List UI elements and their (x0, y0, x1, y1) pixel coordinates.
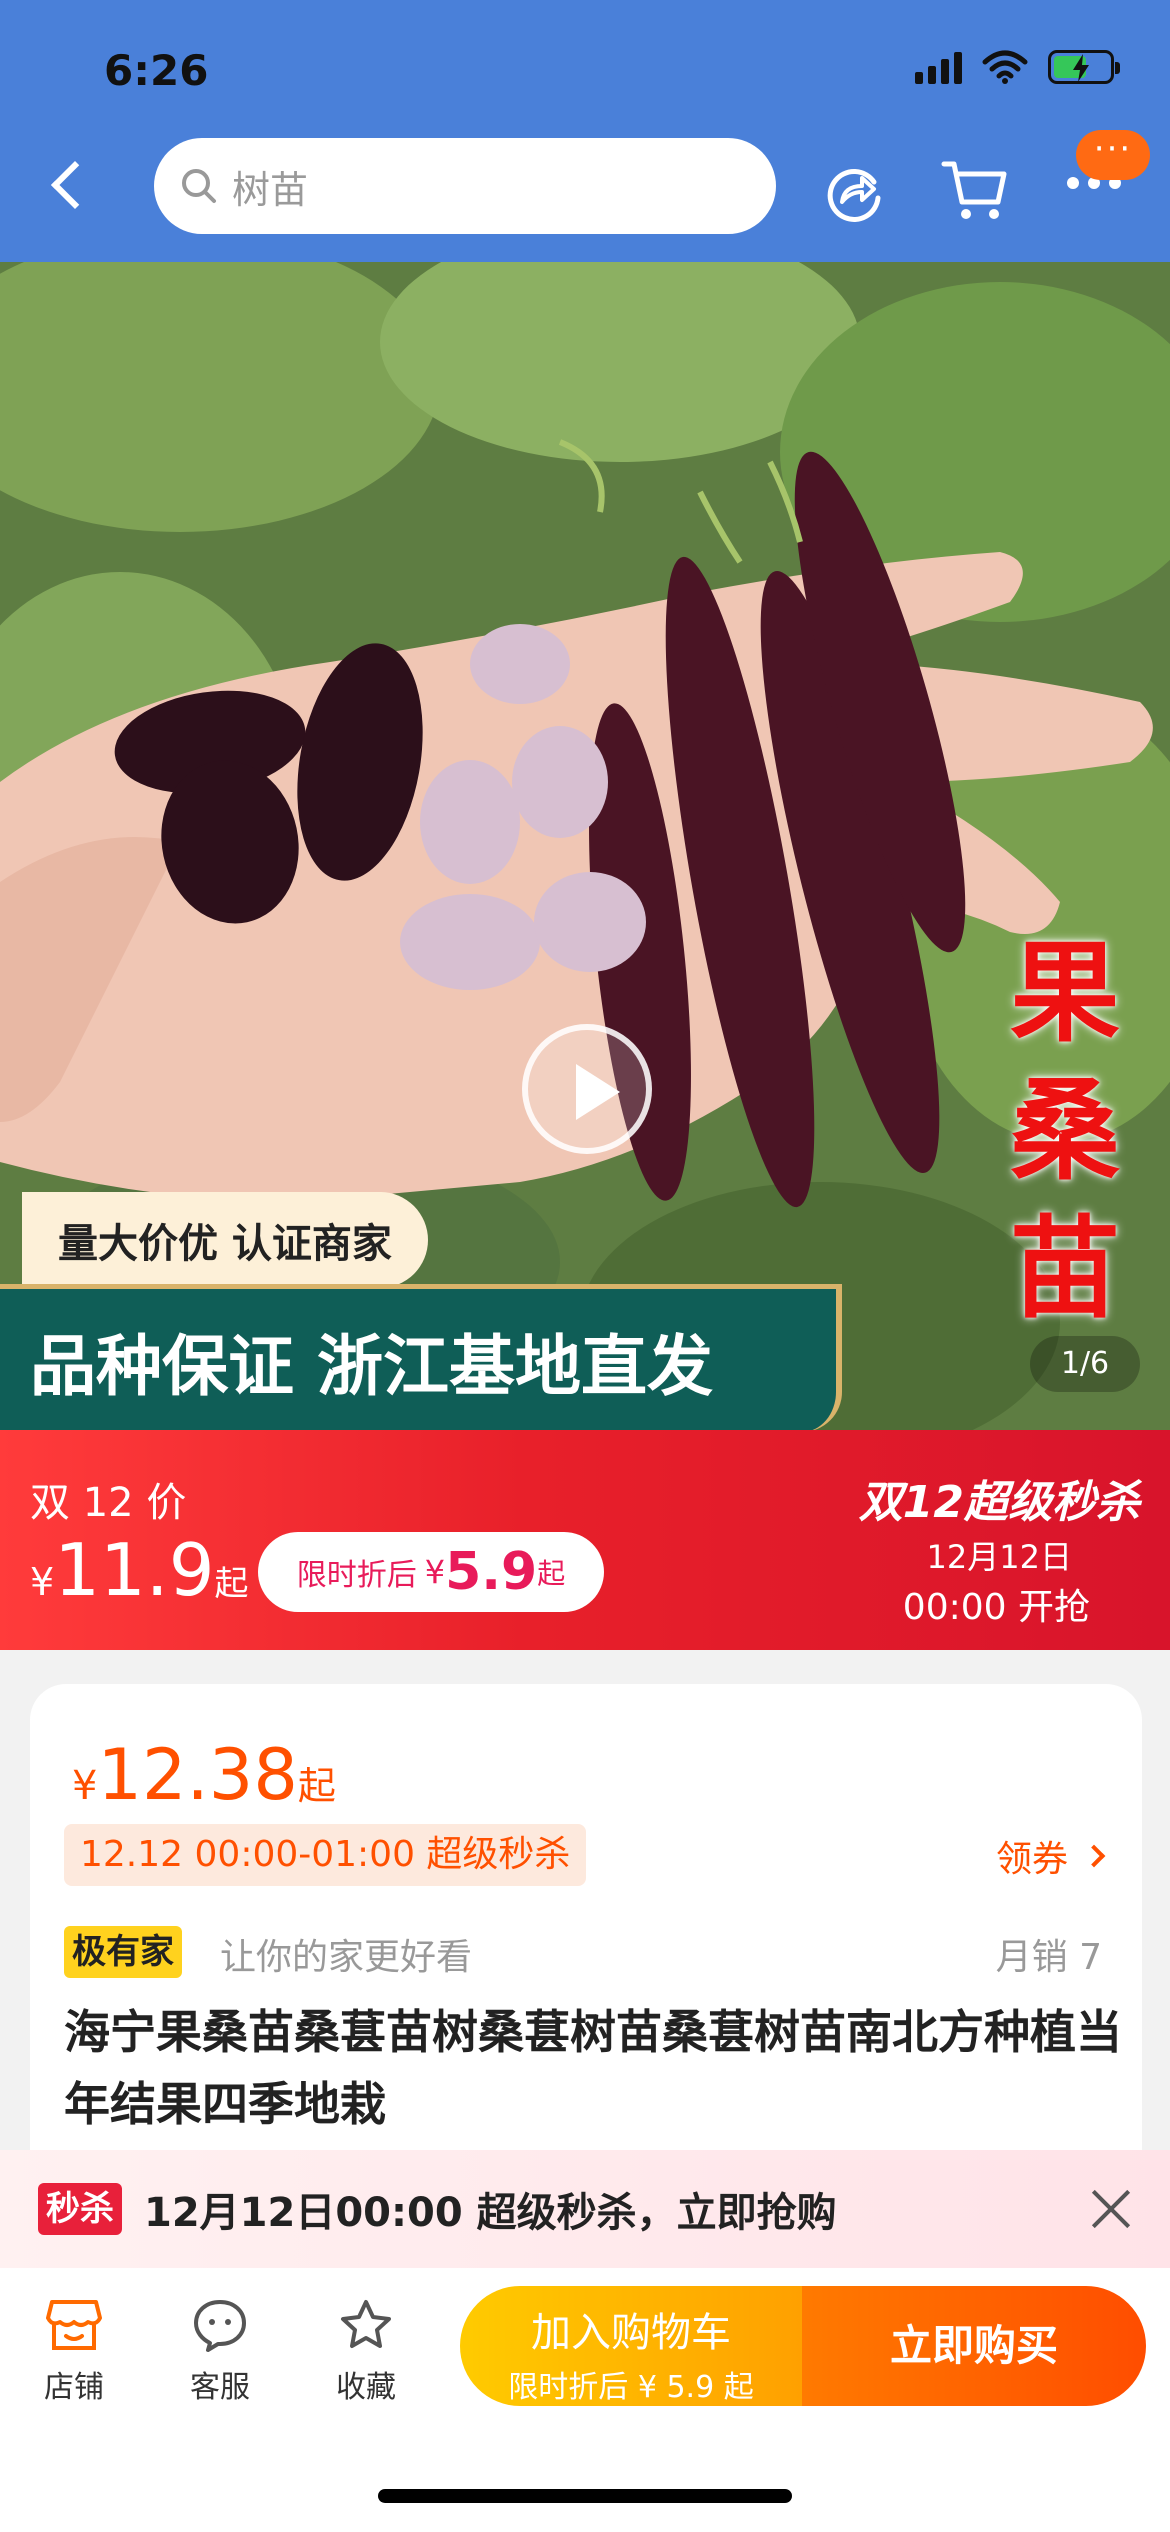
flash-sale-tag: 12.12 00:00-01:00 超级秒杀 (64, 1824, 587, 1886)
product-media[interactable]: 量大价优 认证商家 品种保证 浙江基地直发 果 桑 苗 (0, 262, 1170, 1430)
discount-price-pill: 限时折后 ¥5.9 起 (258, 1532, 604, 1612)
flash-sale-date: 12月12日 (926, 1538, 1072, 1576)
coupon-link[interactable]: 领券 (996, 1830, 1106, 1882)
product-title: 海宁果桑苗桑葚苗树桑葚树苗桑葚树苗南北方种植当年结果四季地栽 (64, 2005, 1122, 2131)
chevron-right-icon (1082, 1844, 1106, 1868)
flash-sale-start-time: 00:00 开抢 (902, 1587, 1090, 1628)
vertical-title: 果 桑 苗 (1010, 929, 1120, 1333)
favorite-button[interactable]: 收藏 (306, 2298, 426, 2406)
wifi-icon (982, 50, 1028, 84)
brand-badge: 极有家 (64, 1926, 182, 1978)
message-badge[interactable]: ··· (1076, 130, 1150, 180)
brand-slogan: 让你的家更好看 (220, 1937, 473, 1978)
search-icon (182, 169, 216, 203)
battery-icon (1048, 50, 1120, 84)
double12-sale-banner[interactable]: 双 12 价 ¥11.9起 限时折后 ¥5.9 起 双12超级秒杀 12月12日 0… (0, 1430, 1170, 1650)
sale-price-label: 双 12 价 (30, 1480, 187, 1526)
cart-icon[interactable] (940, 158, 1010, 224)
shop-icon (46, 2300, 102, 2350)
star-icon (341, 2300, 391, 2348)
share-icon[interactable] (822, 158, 888, 224)
add-to-cart-button[interactable]: 加入购物车 限时折后 ¥ 5.9 起 (460, 2286, 802, 2406)
play-video-icon[interactable] (522, 1024, 652, 1154)
search-text: 树苗 (232, 167, 309, 212)
flash-sale-badge: 秒杀 (38, 2183, 122, 2235)
status-icons (915, 50, 1120, 84)
monthly-sales: 月销 7 (995, 1937, 1102, 1978)
chat-bubble-icon (194, 2300, 246, 2352)
sale-price: ¥11.9起 (30, 1528, 249, 1612)
customer-service-button[interactable]: 客服 (160, 2298, 280, 2406)
product-price: ¥12.38起 (72, 1734, 336, 1816)
buy-now-button[interactable]: 立即购买 (802, 2286, 1146, 2406)
back-arrow-icon[interactable] (50, 160, 100, 210)
close-icon[interactable] (1086, 2184, 1136, 2234)
top-bar: 6:26 树苗 ··· (0, 0, 1170, 262)
status-time: 6:26 (104, 46, 209, 95)
product-detail-page: 6:26 树苗 ··· 量大价优 认证商家 品种保证 浙江基地直发 果 桑 苗 … (0, 0, 1170, 2532)
flash-sale-title: 双12超级秒杀 (858, 1477, 1140, 1528)
cellular-signal-icon (915, 50, 962, 84)
home-indicator[interactable] (378, 2489, 792, 2503)
shop-button[interactable]: 店铺 (14, 2298, 134, 2406)
image-page-indicator: 1/6 (1030, 1336, 1140, 1392)
flash-sale-message: 12月12日00:00 超级秒杀，立即抢购 (144, 2190, 837, 2236)
search-bar[interactable]: 树苗 (154, 138, 776, 234)
promo-strip-small: 量大价优 认证商家 (22, 1192, 428, 1288)
promo-strip-big: 品种保证 浙江基地直发 (0, 1284, 842, 1430)
flash-sale-notice[interactable]: 秒杀 12月12日00:00 超级秒杀，立即抢购 (0, 2150, 1170, 2268)
